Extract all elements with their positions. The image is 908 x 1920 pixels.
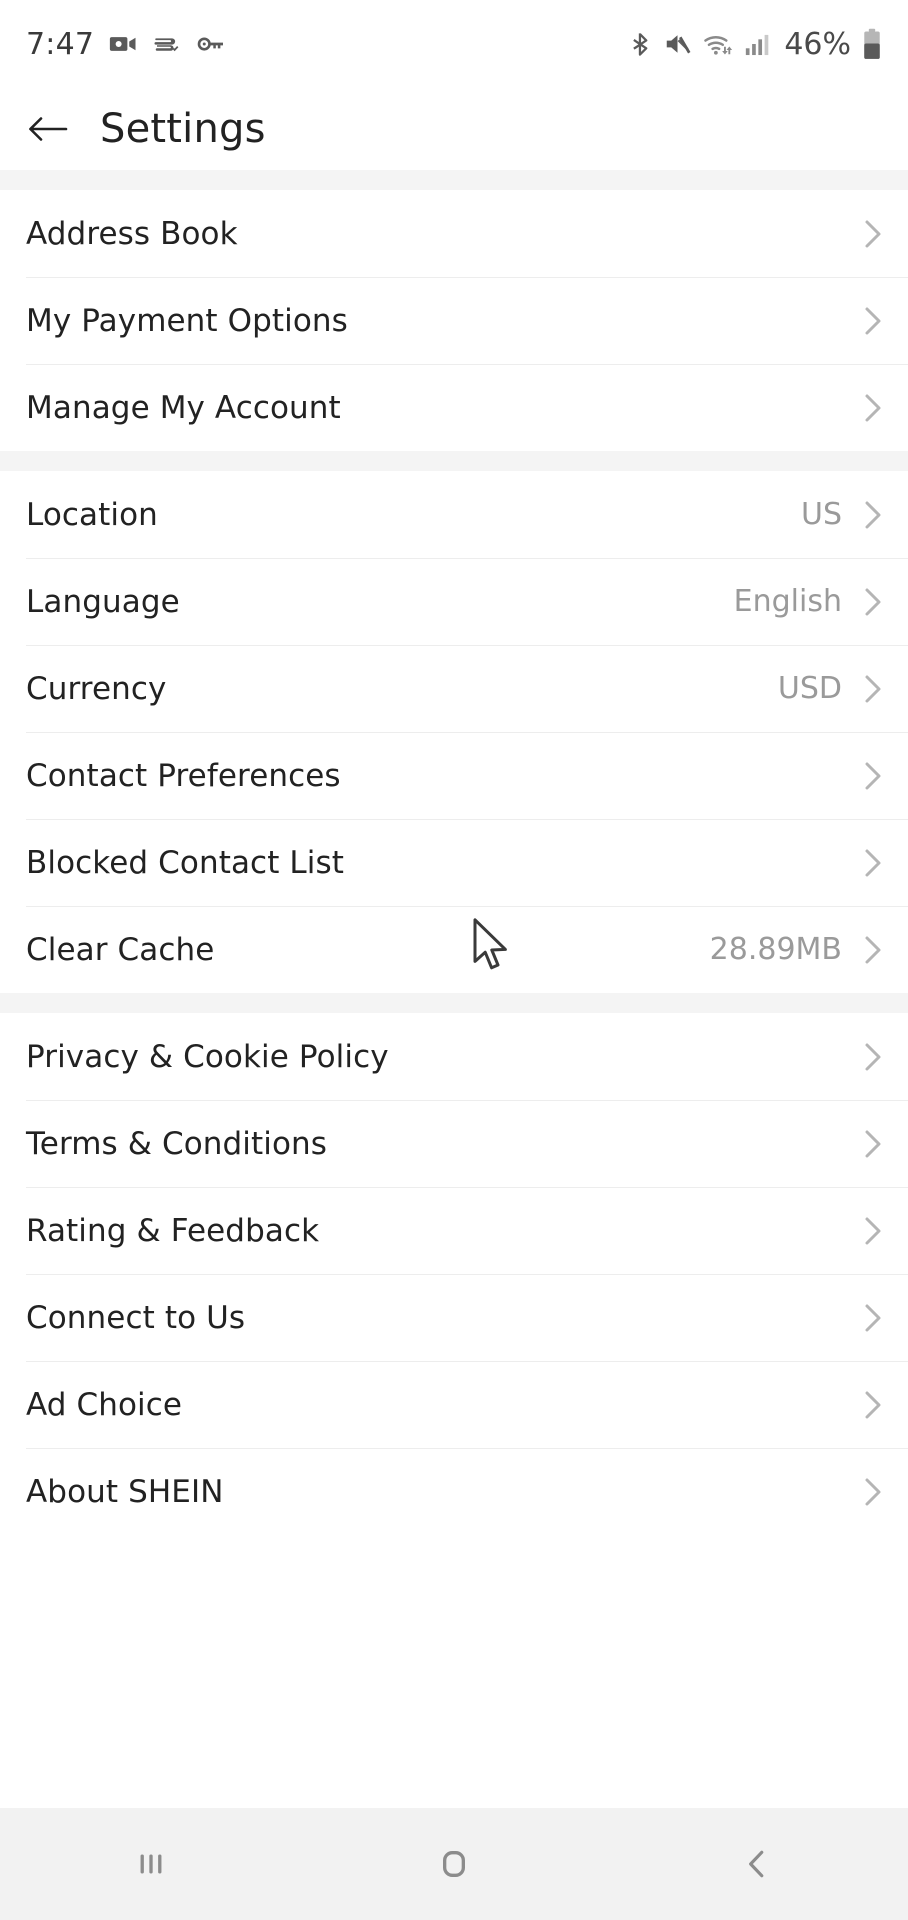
settings-row-label: Connect to Us: [26, 1299, 246, 1336]
settings-row[interactable]: Language English: [0, 558, 908, 645]
settings-row-label: Manage My Account: [26, 389, 341, 426]
settings-row-right: [864, 306, 882, 336]
settings-row-right: [864, 1216, 882, 1246]
chevron-right-icon: [865, 1130, 881, 1157]
home-button[interactable]: [303, 1844, 606, 1884]
volume-muted-icon: [663, 29, 693, 59]
settings-row-label: Contact Preferences: [26, 757, 341, 794]
settings-row[interactable]: Rating & Feedback: [0, 1187, 908, 1274]
settings-section: Privacy & Cookie Policy Terms & Condition…: [0, 1013, 908, 1535]
chevron-right-icon: [865, 936, 881, 963]
key-icon: [196, 29, 226, 59]
chevron-right-icon: [865, 220, 881, 247]
settings-row-label: Location: [26, 496, 158, 533]
settings-row-label: Currency: [26, 670, 167, 707]
settings-row-value: USD: [777, 671, 842, 706]
status-bar-right: 46%: [627, 27, 882, 62]
settings-row-right: [864, 848, 882, 878]
settings-row[interactable]: Manage My Account: [0, 364, 908, 451]
status-bar-left: 7:47: [26, 27, 226, 62]
settings-row-label: My Payment Options: [26, 302, 348, 339]
settings-row[interactable]: Address Book: [0, 190, 908, 277]
settings-row[interactable]: Blocked Contact List: [0, 819, 908, 906]
chevron-right-icon: [865, 1217, 881, 1244]
settings-row-value: 28.89MB: [709, 932, 842, 967]
chevron-right-icon: [865, 762, 881, 789]
settings-row-right: [864, 761, 882, 791]
chevron-right-icon: [865, 501, 881, 528]
settings-row[interactable]: About SHEIN: [0, 1448, 908, 1535]
vpn-key-shield-icon: [152, 29, 182, 59]
settings-row[interactable]: Contact Preferences: [0, 732, 908, 819]
wifi-icon: [702, 29, 735, 59]
section-gap: [0, 993, 908, 1013]
chevron-right-icon: [865, 588, 881, 615]
settings-row[interactable]: Location US: [0, 471, 908, 558]
status-time: 7:47: [26, 26, 95, 62]
settings-row-right: [864, 393, 882, 423]
settings-row[interactable]: Clear Cache 28.89MB: [0, 906, 908, 993]
home-icon: [443, 1850, 465, 1878]
settings-row-right: 28.89MB: [710, 932, 882, 967]
section-gap: [0, 451, 908, 471]
settings-row[interactable]: Privacy & Cookie Policy: [0, 1013, 908, 1100]
chevron-right-icon: [865, 1304, 881, 1331]
settings-row-right: [864, 1303, 882, 1333]
settings-row-label: Privacy & Cookie Policy: [26, 1038, 389, 1075]
video-camera-icon: [108, 29, 138, 59]
settings-row-label: Language: [26, 583, 180, 620]
settings-row[interactable]: Ad Choice: [0, 1361, 908, 1448]
settings-section: Location US Language English Currency USD Cont…: [0, 471, 908, 993]
recents-button[interactable]: [0, 1845, 303, 1883]
settings-row-right: US: [801, 497, 882, 532]
settings-row-label: Terms & Conditions: [26, 1125, 328, 1162]
section-gap: [0, 170, 908, 190]
app-header: Settings: [0, 88, 908, 170]
chevron-right-icon: [865, 1391, 881, 1418]
settings-row-label: Address Book: [26, 215, 238, 252]
android-nav-bar: [0, 1808, 908, 1920]
settings-row[interactable]: Terms & Conditions: [0, 1100, 908, 1187]
bluetooth-icon: [627, 29, 654, 59]
settings-row-right: USD: [778, 671, 882, 706]
settings-row-value: US: [800, 497, 842, 532]
chevron-right-icon: [865, 849, 881, 876]
settings-row-right: [864, 219, 882, 249]
chevron-right-icon: [865, 394, 881, 421]
settings-row[interactable]: Currency USD: [0, 645, 908, 732]
settings-row-right: [864, 1477, 882, 1507]
battery-percent: 46%: [784, 26, 851, 62]
recents-icon: [140, 1854, 162, 1874]
chevron-right-icon: [865, 675, 881, 702]
back-chevron-icon: [748, 1850, 764, 1878]
settings-list: Address Book My Payment Options Manage My …: [0, 170, 908, 1535]
settings-row-right: [864, 1042, 882, 1072]
back-button[interactable]: [605, 1845, 908, 1883]
phone-screen: 7:47 46% Settings Address Book My Paymen…: [0, 0, 908, 1920]
arrow-left-icon: [29, 117, 68, 141]
status-bar: 7:47 46%: [0, 0, 908, 88]
settings-row-label: Clear Cache: [26, 931, 215, 968]
settings-row-label: Rating & Feedback: [26, 1212, 320, 1249]
settings-row-label: Ad Choice: [26, 1386, 183, 1423]
chevron-right-icon: [865, 1043, 881, 1070]
chevron-right-icon: [865, 307, 881, 334]
settings-row-right: [864, 1390, 882, 1420]
header-back-button[interactable]: [26, 107, 70, 151]
battery-icon: [862, 28, 882, 60]
page-title: Settings: [100, 106, 266, 152]
settings-row-right: English: [734, 584, 882, 619]
settings-row-label: Blocked Contact List: [26, 844, 344, 881]
settings-row[interactable]: My Payment Options: [0, 277, 908, 364]
settings-row-label: About SHEIN: [26, 1473, 224, 1510]
cellular-signal-icon: [744, 29, 771, 59]
chevron-right-icon: [865, 1478, 881, 1505]
settings-row[interactable]: Connect to Us: [0, 1274, 908, 1361]
settings-row-value: English: [733, 584, 842, 619]
settings-row-right: [864, 1129, 882, 1159]
settings-section: Address Book My Payment Options Manage My …: [0, 190, 908, 451]
